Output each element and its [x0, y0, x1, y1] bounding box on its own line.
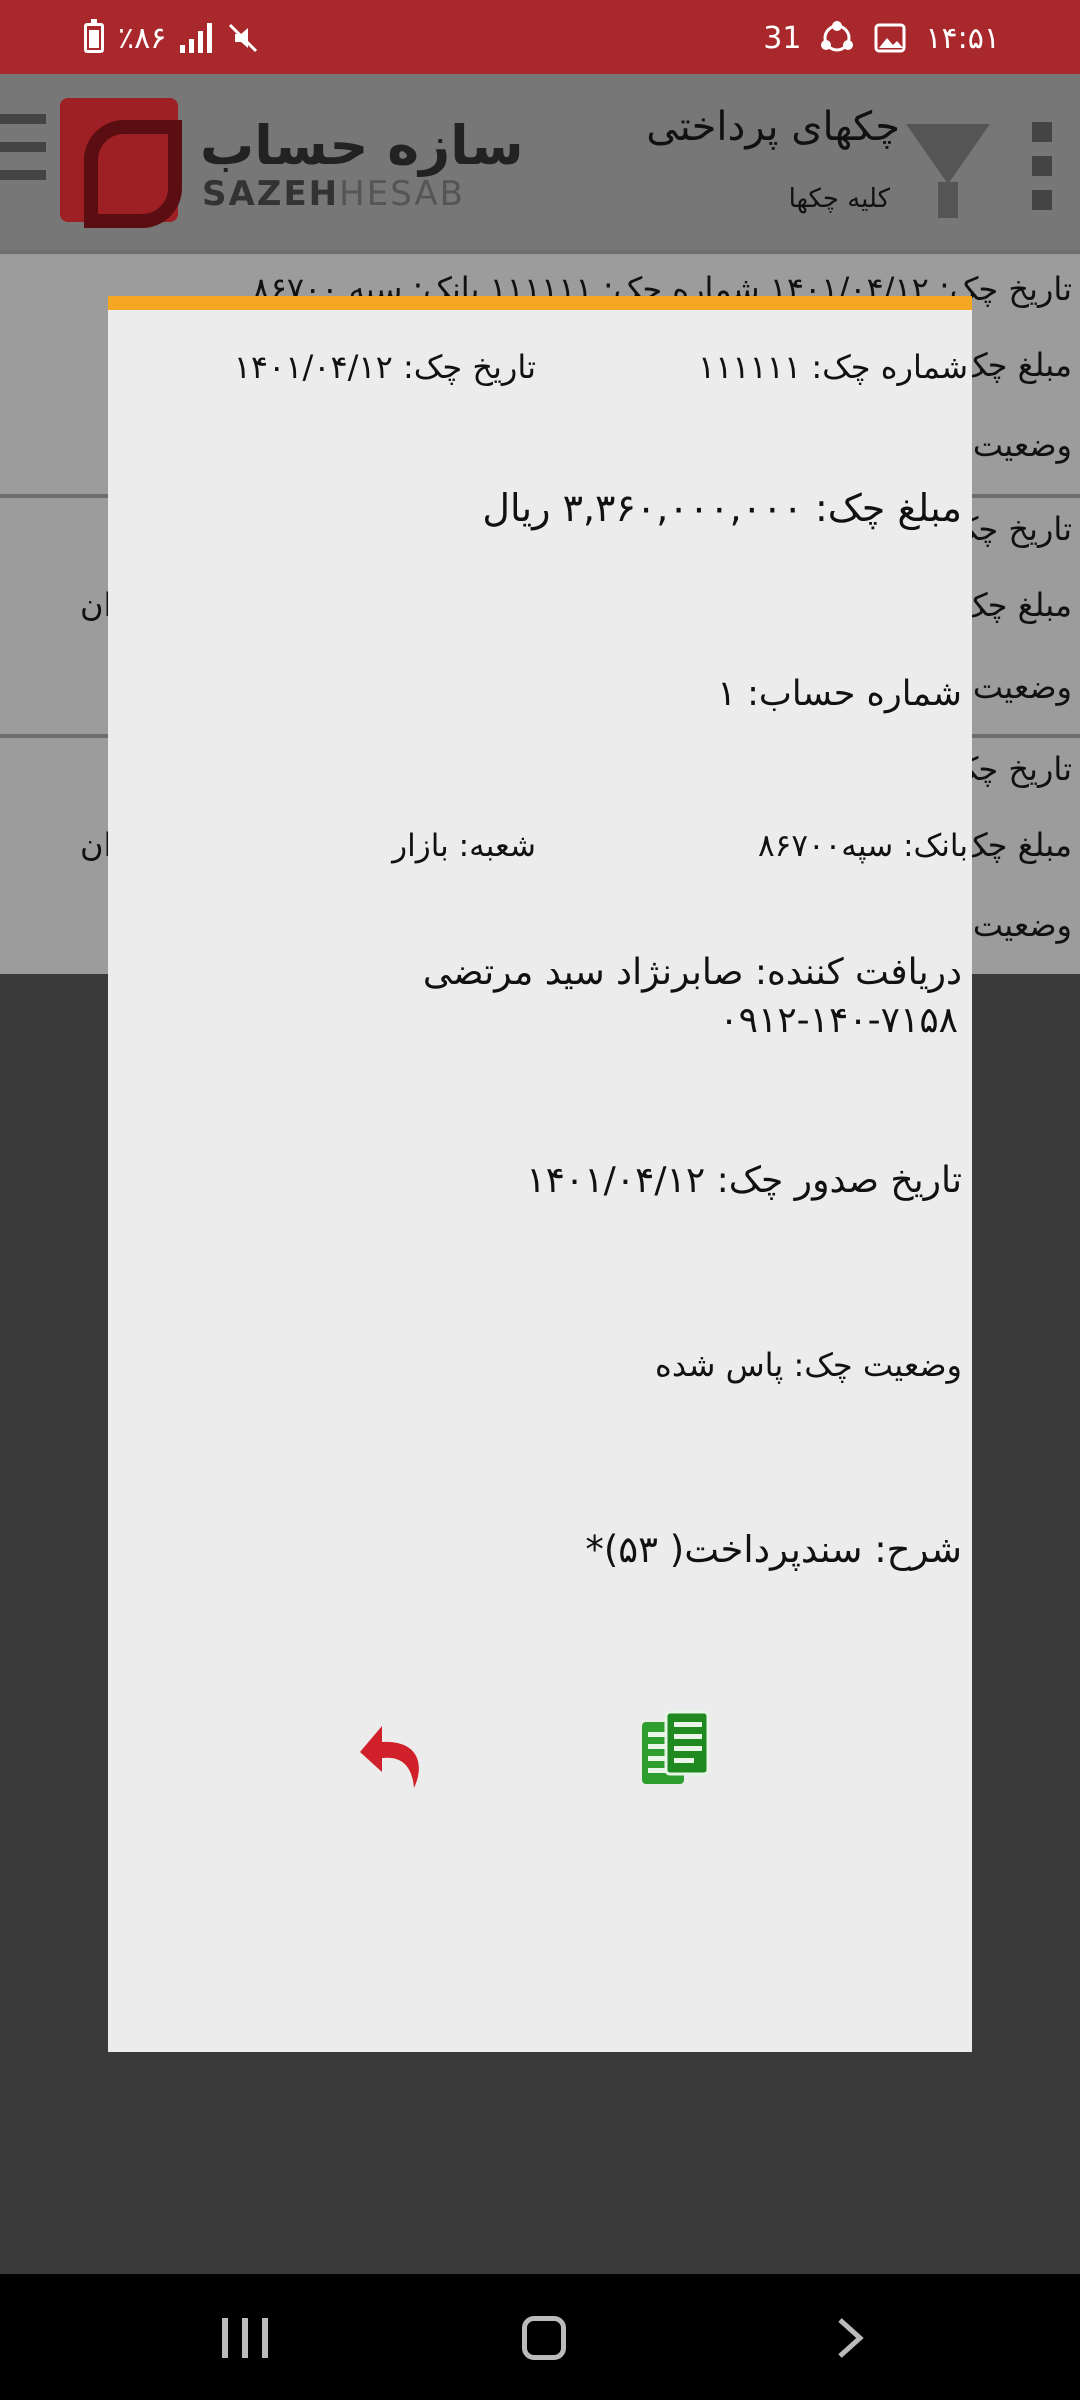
- system-nav-bar: [0, 2274, 1080, 2400]
- dialog-accent-bar: [108, 296, 972, 310]
- more-options-icon[interactable]: [1032, 122, 1052, 224]
- branch-name: شعبه: بازار: [392, 828, 536, 864]
- issue-date: تاریخ صدور چک: ۱۴۰۱/۰۴/۱۲: [526, 1160, 962, 1201]
- copy-document-icon[interactable]: [636, 1708, 726, 1798]
- check-amount: مبلغ چک: ۳,۳۶۰,۰۰۰,۰۰۰ ریال: [482, 486, 962, 530]
- recents-button[interactable]: [222, 2318, 268, 2358]
- check-detail-dialog: شماره چک: ۱۱۱۱۱۱ تاریخ چک: ۱۴۰۱/۰۴/۱۲ مب…: [108, 296, 972, 2052]
- check-description: شرح: سندپرداخت( ۵۳)*: [585, 1528, 962, 1571]
- hamburger-icon[interactable]: [0, 114, 46, 198]
- app-header: سازه حساب SAZEHHESAB چکهای پرداختی کلیه …: [0, 74, 1080, 250]
- logo-text: سازه حساب: [200, 114, 524, 177]
- check-number: شماره چک: ۱۱۱۱۱۱: [698, 348, 968, 386]
- gallery-icon: [874, 23, 906, 53]
- battery-level: ٪۸۶: [118, 20, 167, 56]
- check-date: تاریخ چک: ۱۴۰۱/۰۴/۱۲: [233, 348, 536, 386]
- app-logo: [60, 98, 182, 228]
- bank-name: بانک: سپه۸۶۷۰۰: [758, 828, 968, 864]
- check-status: وضعیت چک: پاس شده: [655, 1346, 962, 1384]
- share-icon: [821, 21, 854, 52]
- reply-arrow-icon[interactable]: [352, 1712, 442, 1802]
- calendar-date: 31: [763, 20, 802, 56]
- receiver-phone: ۰۹۱۲-۱۴۰-۷۱۵۸: [719, 1000, 958, 1041]
- signal-icon: [180, 23, 213, 53]
- clock: ۱۴:۵۱: [925, 20, 1000, 56]
- status-bar: ٪۸۶ 31 ۱۴:۵۱: [0, 0, 1080, 74]
- logo-subtext: SAZEHHESAB: [202, 174, 465, 214]
- receiver-name: دریافت کننده: صابرنژاد سید مرتضی: [422, 952, 962, 993]
- back-button[interactable]: [828, 2316, 872, 2360]
- page-title: چکهای پرداختی: [646, 104, 900, 150]
- page-subtitle: کلیه چکها: [788, 184, 890, 214]
- battery-icon: [84, 19, 104, 53]
- home-button[interactable]: [522, 2316, 566, 2360]
- mute-icon: [229, 23, 258, 53]
- filter-icon[interactable]: [906, 124, 990, 184]
- account-number: شماره حساب: ۱: [717, 674, 962, 714]
